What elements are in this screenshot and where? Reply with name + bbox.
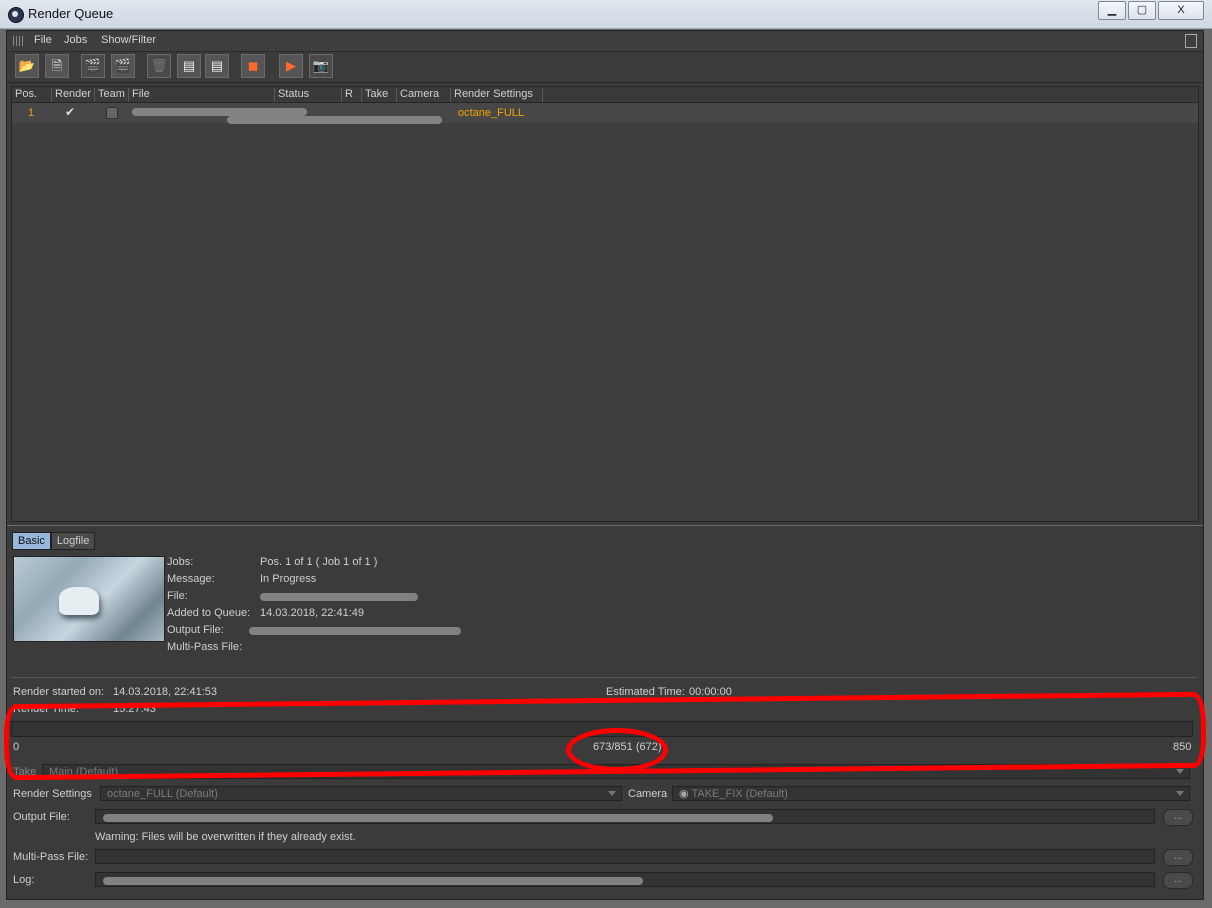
render-settings-value: octane_FULL (Default): [107, 788, 218, 800]
tab-logfile[interactable]: Logfile: [50, 532, 96, 550]
jobs-table: Pos. Render Team File Status R Take Came…: [11, 86, 1199, 522]
jobs-label: Jobs:: [167, 556, 194, 568]
redacted-scribble: [227, 116, 442, 124]
redacted-log-path: [103, 877, 643, 885]
added-label: Added to Queue:: [167, 607, 251, 619]
clapper-icon[interactable]: 🎬: [81, 54, 105, 78]
col-render-settings[interactable]: Render Settings: [451, 88, 543, 102]
redacted-file: [132, 108, 307, 116]
camera-value: TAKE_FIX (Default): [691, 788, 788, 800]
col-team[interactable]: Team: [95, 88, 129, 102]
redacted-output-path: [249, 627, 461, 635]
render-preview-thumbnail: [13, 556, 165, 642]
menu-show-filter[interactable]: Show/Filter: [101, 34, 156, 46]
panel-divider[interactable]: [7, 525, 1203, 526]
camera-icon: ◉: [679, 788, 692, 800]
redacted-output-field: [103, 814, 773, 822]
render-settings-dropdown[interactable]: octane_FULL (Default): [100, 786, 622, 801]
col-pos[interactable]: Pos.: [12, 88, 52, 102]
minimize-button[interactable]: ▁: [1098, 1, 1126, 20]
delete-all-icon[interactable]: ▤: [177, 54, 201, 78]
menubar: File Jobs Show/Filter: [7, 31, 1203, 52]
message-value: In Progress: [260, 573, 317, 585]
multipass-file-label: Multi-Pass File:: [13, 851, 89, 863]
render-settings-label: Render Settings: [13, 788, 92, 800]
chevron-down-icon: [1176, 791, 1184, 796]
multipass-label: Multi-Pass File:: [167, 641, 243, 653]
estimated-time-label: Estimated Time:: [606, 686, 685, 698]
table-header: Pos. Render Team File Status R Take Came…: [12, 87, 1198, 103]
file-label: File:: [167, 590, 188, 602]
team-checkbox[interactable]: [106, 107, 118, 119]
remove-clapper-icon[interactable]: 🎬: [111, 54, 135, 78]
log-browse-button[interactable]: ...: [1163, 872, 1193, 889]
trash-icon[interactable]: 🗑: [147, 54, 171, 78]
multipass-browse-button[interactable]: ...: [1163, 849, 1193, 866]
table-row[interactable]: 1 ✔ octane_FULL: [12, 103, 1198, 124]
annotation-circle: [566, 728, 668, 772]
chevron-down-icon: [1176, 769, 1184, 774]
jobs-value: Pos. 1 of 1 ( Job 1 of 1 ): [260, 556, 378, 568]
grip-icon[interactable]: [13, 36, 23, 46]
col-take[interactable]: Take: [362, 88, 397, 102]
start-render-icon[interactable]: ▶: [279, 54, 303, 78]
tab-basic[interactable]: Basic: [12, 532, 51, 550]
maximize-button[interactable]: ▢: [1128, 1, 1156, 20]
open-folder-icon[interactable]: 📂: [15, 54, 39, 78]
output-file-label: Output File:: [13, 811, 70, 823]
render-started-label: Render started on:: [13, 686, 105, 698]
list-export-icon[interactable]: ▤: [205, 54, 229, 78]
redacted-file-path: [260, 593, 418, 601]
toolbar: 📂 🗎 🎬 🎬 🗑 ▤ ▤ ◼ ▶ 📷: [7, 52, 1203, 83]
close-button[interactable]: X: [1158, 1, 1204, 20]
add-file-icon[interactable]: 🗎: [45, 54, 69, 78]
window-title: Render Queue: [28, 6, 114, 21]
message-label: Message:: [167, 573, 215, 585]
multipass-file-field[interactable]: [95, 849, 1155, 864]
separator: [11, 677, 1197, 678]
render-checkbox[interactable]: ✔: [65, 105, 75, 119]
row-pos: 1: [28, 107, 35, 119]
col-status[interactable]: Status: [275, 88, 342, 102]
app-icon: [8, 7, 24, 23]
overwrite-warning: Warning: Files will be overwritten if th…: [95, 831, 356, 843]
render-started-value: 14.03.2018, 22:41:53: [113, 686, 217, 698]
camera-dropdown[interactable]: ◉ TAKE_FIX (Default): [672, 786, 1190, 801]
chevron-down-icon: [608, 791, 616, 796]
panel-menu-icon[interactable]: [1185, 34, 1197, 48]
added-value: 14.03.2018, 22:41:49: [260, 607, 364, 619]
window-controls: ▁ ▢ X: [1096, 1, 1204, 20]
col-r[interactable]: R: [342, 88, 362, 102]
col-camera[interactable]: Camera: [397, 88, 451, 102]
output-browse-button[interactable]: ...: [1163, 809, 1193, 826]
output-label: Output File:: [167, 624, 224, 636]
detail-tabs: Basic Logfile: [12, 532, 96, 550]
row-render-settings: octane_FULL: [458, 107, 525, 119]
menu-file[interactable]: File: [34, 34, 52, 46]
stop-render-icon[interactable]: ◼: [241, 54, 265, 78]
col-file[interactable]: File: [129, 88, 275, 102]
col-render[interactable]: Render: [52, 88, 95, 102]
menu-jobs[interactable]: Jobs: [64, 34, 87, 46]
log-label: Log:: [13, 874, 35, 886]
picture-viewer-icon[interactable]: 📷: [309, 54, 333, 78]
window-titlebar: Render Queue ▁ ▢ X: [0, 0, 1212, 29]
camera-label: Camera: [628, 788, 668, 800]
